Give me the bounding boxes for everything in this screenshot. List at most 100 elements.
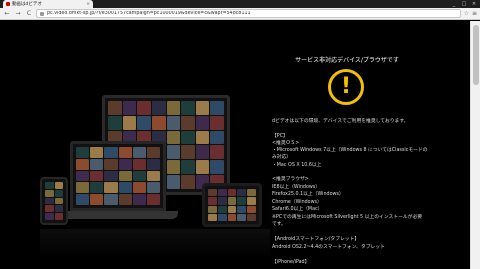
video-thumbnail [146, 170, 160, 182]
video-thumbnail [76, 170, 90, 182]
video-thumbnail [118, 158, 132, 170]
video-thumbnail [195, 160, 210, 175]
reload-button[interactable]: C [25, 9, 33, 19]
url-text[interactable]: pc.video.dmkt-sp.jp/?f/e3001757campaign=… [47, 11, 251, 16]
video-thumbnail [45, 189, 54, 197]
video-thumbnail [132, 147, 146, 158]
android-heading: 【Androidスマートフォン/タブレット】 [272, 237, 360, 242]
video-thumbnail [237, 197, 247, 205]
video-thumbnail [210, 130, 224, 145]
video-thumbnail [118, 194, 132, 205]
close-window-button[interactable]: × [470, 1, 478, 7]
video-thumbnail [90, 194, 104, 205]
forward-button[interactable]: → [14, 9, 22, 19]
back-button[interactable]: ← [3, 9, 11, 19]
laptop-base [60, 211, 178, 219]
os-item: ・Mac OS X 10.6以上 [272, 163, 322, 168]
silverlight-note: ※PCでの再生にはMicrosoft Silverlight 5 以上のインスト… [272, 215, 423, 220]
browser-item: IE8以上（Windows） [272, 185, 321, 190]
page-title: サービス非対応デバイス/ブラウザです [295, 57, 399, 64]
video-thumbnail [195, 115, 210, 130]
video-thumbnail [137, 101, 151, 115]
address-bar[interactable]: pc.video.dmkt-sp.jp/?f/e3001757campaign=… [36, 9, 461, 18]
video-thumbnail [181, 145, 195, 160]
unsupported-notice-panel: サービス非対応デバイス/ブラウザです ! dビデオは以下の環境、デバイスでご利用… [272, 21, 468, 269]
page-scrollbar[interactable] [470, 21, 480, 269]
video-thumbnail [90, 147, 104, 158]
video-thumbnail [76, 158, 90, 170]
video-thumbnail [45, 182, 54, 189]
maximize-button[interactable]: □ [460, 1, 468, 7]
browser-item: Safari6.0以上（Mac） [272, 207, 323, 212]
video-thumbnail-grid [45, 182, 63, 220]
video-thumbnail [166, 160, 181, 175]
video-thumbnail [227, 213, 237, 221]
warning-icon: ! [328, 69, 364, 105]
browser-toolbar: ← → C pc.video.dmkt-sp.jp/?f/e3001757cam… [0, 8, 480, 20]
video-thumbnail [181, 160, 195, 175]
scrollbar-thumb[interactable] [473, 25, 479, 85]
video-thumbnail [45, 213, 54, 220]
video-thumbnail [208, 205, 217, 213]
browser-tab[interactable]: 動画はdビデオ × [3, 0, 93, 8]
pc-heading: 【PC】 [272, 134, 288, 139]
android-item: Android OS2.2~4.4のスマートフォン、タブレット [272, 245, 385, 250]
video-thumbnail [118, 170, 132, 182]
video-thumbnail [76, 194, 90, 205]
video-thumbnail [181, 175, 195, 189]
video-thumbnail [181, 130, 195, 145]
video-thumbnail [217, 197, 227, 205]
video-thumbnail [118, 182, 132, 194]
bookmark-star-icon[interactable]: ☆ [464, 10, 469, 17]
video-thumbnail [181, 115, 195, 130]
video-thumbnail [108, 101, 122, 115]
window-controls: _ □ × [450, 0, 478, 8]
video-thumbnail [90, 182, 104, 194]
video-thumbnail [237, 189, 247, 197]
video-thumbnail [237, 205, 247, 213]
video-thumbnail [210, 115, 224, 130]
video-thumbnail [227, 189, 237, 197]
video-thumbnail [195, 130, 210, 145]
browser-menu-icon[interactable]: ≡ [472, 10, 477, 17]
video-thumbnail [132, 170, 146, 182]
video-thumbnail [54, 189, 63, 197]
intro-text: dビデオは以下の環境、デバイスでご利用を推奨しております。 [272, 119, 409, 124]
video-thumbnail [208, 213, 217, 221]
video-thumbnail [217, 213, 227, 221]
silverlight-note: です。 [272, 222, 286, 227]
video-thumbnail [118, 147, 132, 158]
video-thumbnail [54, 197, 63, 205]
video-thumbnail [227, 197, 237, 205]
video-thumbnail [227, 205, 237, 213]
video-thumbnail [146, 158, 160, 170]
video-thumbnail [90, 158, 104, 170]
video-thumbnail [210, 145, 224, 160]
video-thumbnail [151, 101, 166, 115]
video-thumbnail [151, 115, 166, 130]
video-thumbnail [104, 170, 118, 182]
video-thumbnail [45, 197, 54, 205]
video-thumbnail [195, 145, 210, 160]
video-thumbnail [137, 115, 151, 130]
video-thumbnail [217, 189, 227, 197]
laptop-device [70, 141, 166, 211]
video-thumbnail [76, 182, 90, 194]
video-thumbnail [166, 101, 181, 115]
minimize-button[interactable]: _ [450, 1, 458, 7]
devices-illustration [40, 87, 270, 263]
video-thumbnail-grid [208, 189, 256, 221]
iphone-heading: 【iPhone/iPad】 [272, 260, 310, 265]
video-thumbnail [104, 147, 118, 158]
video-thumbnail [166, 145, 181, 160]
illustration-reflection [40, 229, 270, 259]
page-info-icon[interactable] [40, 11, 44, 16]
video-thumbnail [247, 197, 256, 205]
video-thumbnail [210, 101, 224, 115]
video-thumbnail [217, 205, 227, 213]
video-thumbnail [210, 160, 224, 175]
phone-device [40, 177, 68, 225]
tablet-device [202, 183, 262, 227]
os-item: み対応） [272, 155, 292, 160]
tab-close-icon[interactable]: × [86, 2, 90, 7]
